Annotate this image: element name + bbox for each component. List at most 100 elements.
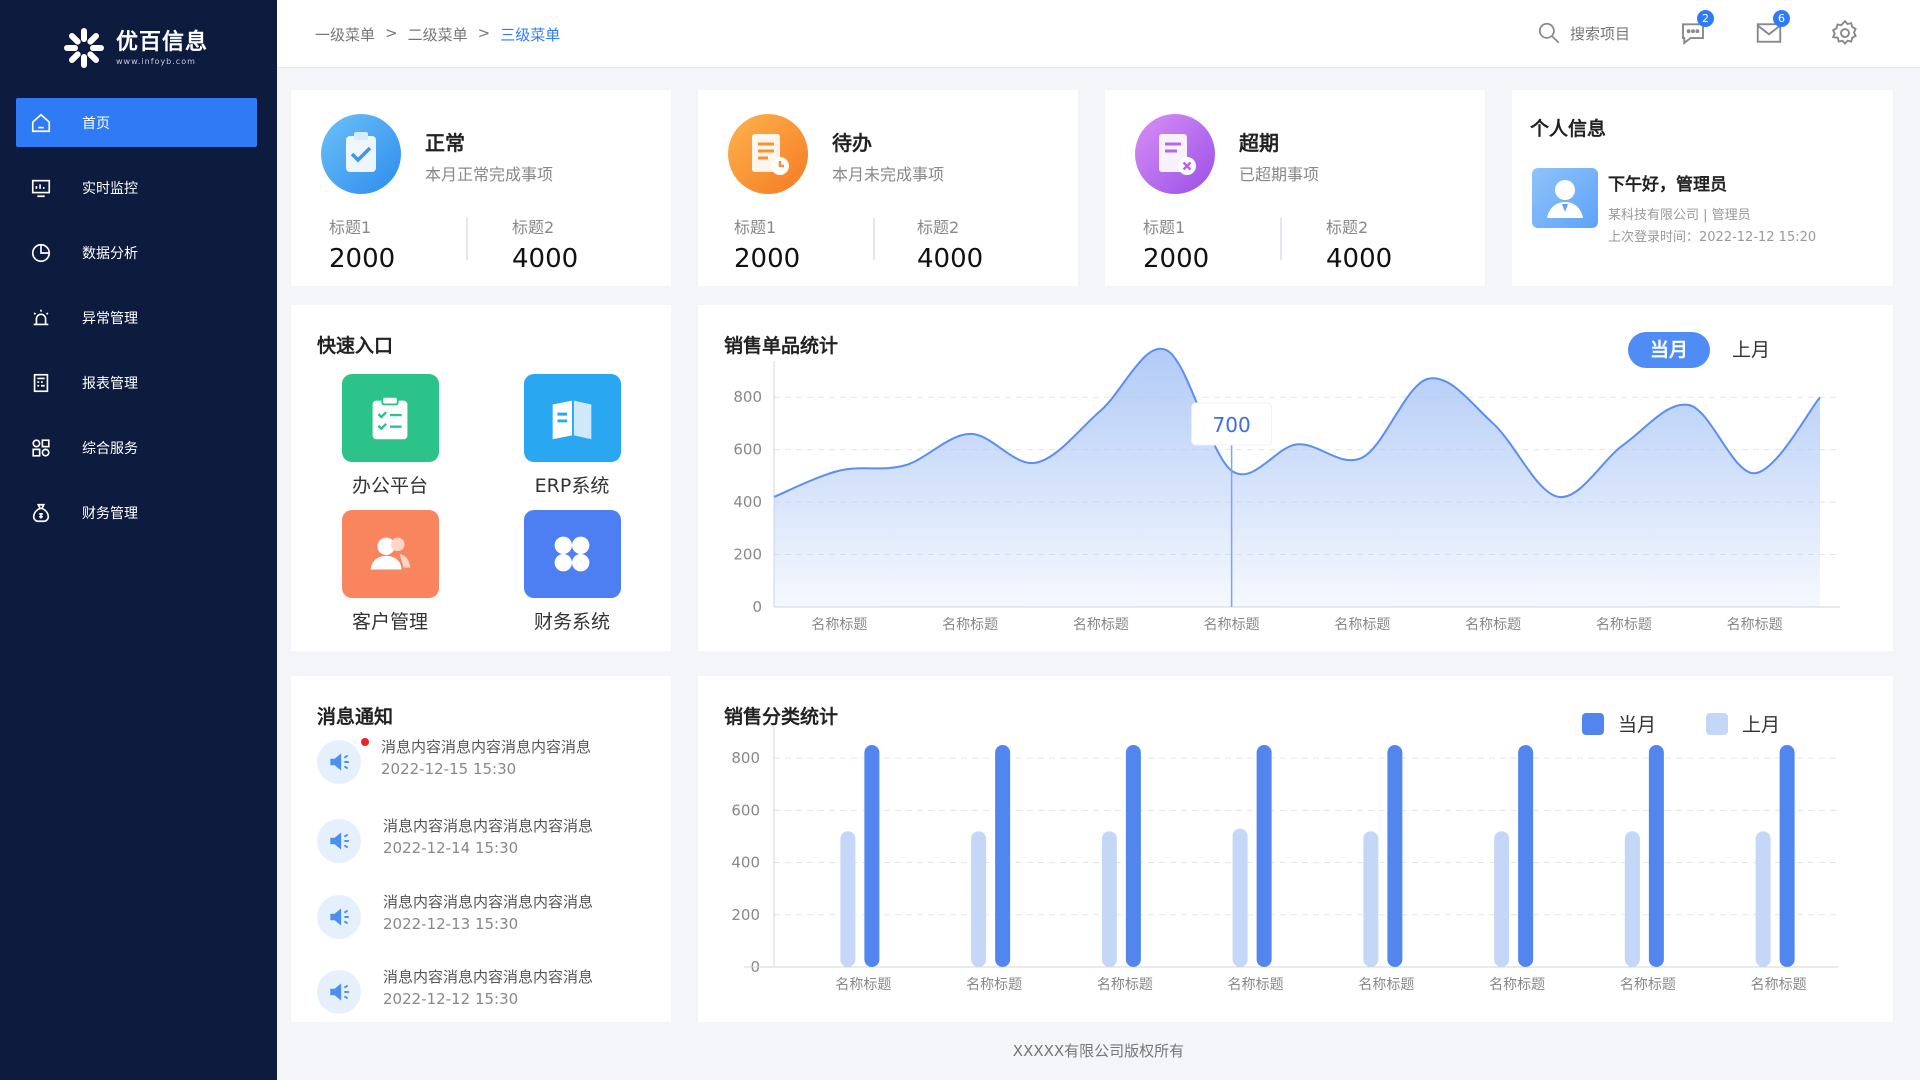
stat-cell: 标题1 2000 <box>1143 214 1209 274</box>
document-error-icon <box>1135 114 1215 194</box>
y-tick-label: 800 <box>731 749 760 767</box>
top-header: 一级菜单 > 二级菜单 > 三级菜单 搜索项目 2 6 <box>277 0 1920 68</box>
bar-last-month <box>971 831 987 967</box>
stat-cell: 标题1 2000 <box>734 214 800 274</box>
bar-last-month <box>1624 831 1640 967</box>
x-tick-label: 名称标题 <box>1097 977 1153 993</box>
sidebar-item-report[interactable]: 报表管理 <box>16 358 257 407</box>
stat-name: 正常 <box>425 131 465 155</box>
sidebar-item-label: 财务管理 <box>82 505 138 522</box>
stat-value: 4000 <box>1326 244 1393 274</box>
sidebar-item-monitor[interactable]: 实时监控 <box>16 163 257 212</box>
chat-badge: 2 <box>1697 10 1714 27</box>
y-tick-label: 800 <box>733 388 762 406</box>
speaker-icon <box>317 819 361 863</box>
avatar[interactable] <box>1532 168 1598 228</box>
y-tick-label: 200 <box>731 906 760 924</box>
y-tick-label: 600 <box>731 801 760 819</box>
settings-button[interactable] <box>1830 18 1860 48</box>
breadcrumb-separator: > <box>385 24 398 42</box>
greeting: 下午好，管理员 <box>1608 175 1727 195</box>
chat-button[interactable]: 2 <box>1678 10 1714 48</box>
sidebar-item-label: 数据分析 <box>82 245 138 262</box>
breadcrumb-separator: > <box>477 24 491 42</box>
breadcrumb-level3[interactable]: 三级菜单 <box>500 24 560 45</box>
quick-item-office[interactable]: 办公平台 <box>325 374 455 498</box>
stat-value: 2000 <box>329 244 396 274</box>
last-login: 上次登录时间：2022-12-12 15:20 <box>1608 230 1817 245</box>
stat-cell: 标题2 4000 <box>1326 214 1392 274</box>
clipboard-check-icon <box>321 114 401 194</box>
speaker-icon <box>317 970 361 1014</box>
quick-entry-card: 快速入口 办公平台 ERP系统 客户管理 财务系统 <box>291 305 671 651</box>
message-text: 消息内容消息内容消息内容消息 <box>383 893 594 911</box>
profile-title: 个人信息 <box>1530 118 1607 140</box>
bar-current-month <box>864 745 880 967</box>
sidebar-item-analysis[interactable]: 数据分析 <box>16 228 257 277</box>
sidebar-item-exception[interactable]: 异常管理 <box>16 293 257 342</box>
stat-divider <box>1280 218 1282 260</box>
brand-name: 优百信息 <box>116 29 209 55</box>
x-tick-label: 名称标题 <box>1489 977 1545 993</box>
sales-single-card: 销售单品统计 当月 上月 0 200 400 600 800 名称标题 名称标题 名称标题 名称… <box>698 305 1893 651</box>
sidebar-item-label: 报表管理 <box>82 375 138 392</box>
stat-card-todo: 待办 本月未完成事项 标题1 2000 标题2 4000 <box>698 90 1078 286</box>
message-item[interactable]: 消息内容消息内容消息内容消息 2022-12-12 15:30 <box>317 966 637 1026</box>
stat-desc: 已超期事项 <box>1239 165 1320 184</box>
breadcrumb-level2[interactable]: 二级菜单 <box>408 24 468 45</box>
message-item[interactable]: 消息内容消息内容消息内容消息 2022-12-15 15:30 <box>317 736 637 796</box>
stat-cell: 标题2 4000 <box>917 214 983 274</box>
sidebar: 优百信息 www.infoyb.com 首页 实时监控 数据分析 异常管理 报表… <box>0 0 277 1080</box>
breadcrumb-level1[interactable]: 一级菜单 <box>315 24 375 45</box>
quick-item-label: 客户管理 <box>351 611 428 633</box>
sidebar-item-service[interactable]: 综合服务 <box>16 423 257 472</box>
quick-item-label: 办公平台 <box>351 475 428 497</box>
bar-last-month <box>840 831 856 967</box>
sidebar-item-finance[interactable]: 财务管理 <box>16 488 257 537</box>
stat-value: 2000 <box>1143 244 1210 274</box>
x-tick-label: 名称标题 <box>1727 617 1783 633</box>
footer-copyright: XXXXX有限公司版权所有 <box>1012 1042 1185 1060</box>
stat-name: 待办 <box>832 131 872 155</box>
sidebar-item-home[interactable]: 首页 <box>16 98 257 147</box>
clipboard-icon <box>341 374 439 462</box>
stat-desc: 本月未完成事项 <box>832 165 945 184</box>
quick-item-erp[interactable]: ERP系统 <box>507 374 637 498</box>
stat-label: 标题2 <box>917 218 960 237</box>
quick-item-label: ERP系统 <box>534 475 610 497</box>
home-icon <box>31 113 51 132</box>
bar-current-month <box>1387 745 1403 967</box>
pie-chart-icon <box>31 243 51 262</box>
bar-chart: 0200400600800名称标题 名称标题 名称标题 名称标题 名称标题 名称标题 名称标… <box>731 726 1838 993</box>
x-tick-label: 名称标题 <box>1204 617 1260 633</box>
bar-last-month <box>1494 831 1510 967</box>
x-tick-label: 名称标题 <box>811 617 867 633</box>
book-icon <box>523 374 621 462</box>
bar-current-month <box>1779 745 1795 967</box>
message-item[interactable]: 消息内容消息内容消息内容消息 2022-12-14 15:30 <box>317 815 637 875</box>
tooltip-value: 700 <box>1213 413 1251 437</box>
header-actions: 搜索项目 2 6 <box>1536 10 1860 48</box>
search-button[interactable]: 搜索项目 <box>1536 20 1630 46</box>
breadcrumb: 一级菜单 > 二级菜单 > 三级菜单 <box>315 24 560 45</box>
sidebar-nav: 首页 实时监控 数据分析 异常管理 报表管理 综合服务 财务管理 <box>16 98 257 553</box>
message-item[interactable]: 消息内容消息内容消息内容消息 2022-12-13 15:30 <box>317 891 637 951</box>
quick-item-customer[interactable]: 客户管理 <box>325 510 455 634</box>
stat-divider <box>873 218 875 260</box>
stat-value: 2000 <box>734 244 801 274</box>
stat-cell: 标题1 2000 <box>329 214 395 274</box>
logo[interactable]: 优百信息 www.infoyb.com <box>62 26 208 70</box>
speaker-icon <box>317 895 361 939</box>
stat-name: 超期 <box>1239 131 1279 155</box>
alarm-icon <box>33 309 49 325</box>
mail-button[interactable]: 6 <box>1754 10 1790 48</box>
quick-item-finance[interactable]: 财务系统 <box>507 510 637 634</box>
stat-divider <box>466 218 468 260</box>
bar-last-month <box>1363 831 1379 967</box>
x-tick-label: 名称标题 <box>1358 977 1414 993</box>
speaker-icon <box>317 740 361 784</box>
area-chart: 0 200 400 600 800 名称标题 名称标题 名称标题 名称标题 名称标题 名称标题 名称标… <box>733 347 1840 633</box>
message-title: 消息通知 <box>317 706 394 728</box>
unread-dot <box>361 738 369 746</box>
money-bag-icon <box>32 503 50 522</box>
